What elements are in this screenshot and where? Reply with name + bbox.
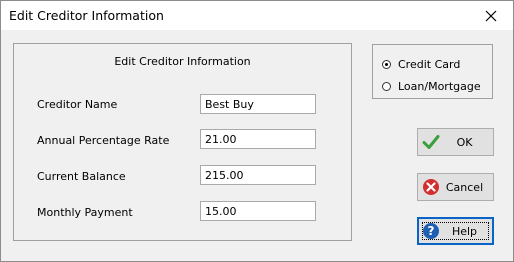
radio-loan-mortgage-label: Loan/Mortgage: [398, 80, 481, 93]
radio-unselected-icon[interactable]: [382, 82, 391, 91]
ok-button[interactable]: OK: [417, 128, 494, 156]
radio-selected-icon[interactable]: [382, 60, 391, 69]
current-balance-input[interactable]: [200, 165, 316, 185]
account-type-group: Credit Card Loan/Mortgage: [372, 44, 493, 99]
apr-label: Annual Percentage Rate: [37, 134, 170, 147]
creditor-name-label: Creditor Name: [37, 98, 118, 111]
radio-credit-card[interactable]: Credit Card: [382, 58, 460, 71]
help-button-label: Help: [451, 224, 478, 238]
ok-button-label: OK: [456, 135, 473, 149]
apr-input[interactable]: [200, 129, 316, 149]
close-button[interactable]: [469, 1, 513, 30]
close-icon: [485, 10, 497, 21]
window-title: Edit Creditor Information: [9, 8, 164, 23]
creditor-info-group: Edit Creditor Information Creditor Name …: [13, 43, 352, 241]
radio-loan-mortgage[interactable]: Loan/Mortgage: [382, 80, 481, 93]
title-bar: Edit Creditor Information: [1, 1, 513, 30]
cancel-button-label: Cancel: [445, 180, 484, 194]
current-balance-label: Current Balance: [37, 170, 126, 183]
help-button[interactable]: ? Help: [417, 217, 494, 245]
monthly-payment-label: Monthly Payment: [37, 206, 133, 219]
creditor-name-input[interactable]: [200, 94, 316, 114]
radio-credit-card-label: Credit Card: [398, 58, 461, 71]
cancel-button[interactable]: Cancel: [417, 173, 494, 201]
group-heading: Edit Creditor Information: [114, 55, 251, 68]
monthly-payment-input[interactable]: [200, 201, 316, 221]
dialog-window: Edit Creditor Information Edit Creditor …: [0, 0, 514, 262]
